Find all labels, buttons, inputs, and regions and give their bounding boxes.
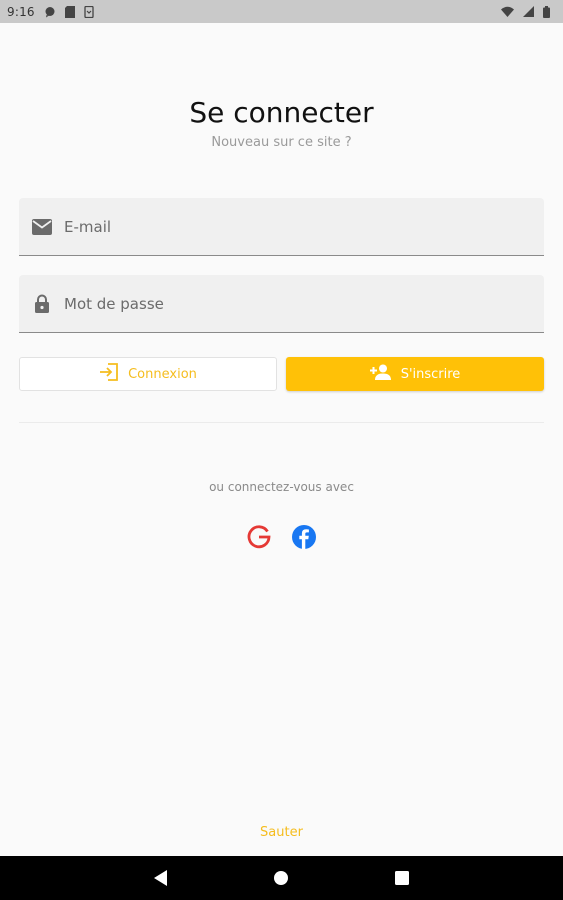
- battery-icon: [543, 5, 550, 18]
- password-input[interactable]: [64, 275, 544, 332]
- google-icon: [247, 525, 271, 549]
- facebook-login-button[interactable]: [291, 524, 317, 550]
- status-bar: 9:16: [0, 0, 563, 23]
- recents-button[interactable]: [392, 868, 412, 888]
- status-bar-right: [501, 5, 550, 18]
- back-button[interactable]: [151, 868, 171, 888]
- sd-card-icon: [64, 5, 75, 18]
- add-person-icon: [369, 364, 392, 384]
- signal-icon: [523, 6, 534, 17]
- facebook-icon: [292, 525, 316, 549]
- login-icon: [99, 363, 119, 385]
- signup-button[interactable]: S'inscrire: [286, 357, 544, 391]
- login-button[interactable]: Connexion: [19, 357, 277, 391]
- google-login-button[interactable]: [246, 524, 272, 550]
- skip-link[interactable]: Sauter: [0, 825, 563, 840]
- social-login-label: ou connectez-vous avec: [209, 480, 354, 494]
- page-subtitle: Nouveau sur ce site ?: [211, 135, 352, 150]
- home-icon: [274, 871, 288, 885]
- email-input[interactable]: [64, 198, 544, 255]
- page-title: Se connecter: [189, 96, 374, 129]
- status-time: 9:16: [7, 4, 35, 19]
- download-icon: [84, 5, 94, 18]
- mail-icon: [31, 216, 53, 238]
- email-field[interactable]: [19, 198, 544, 256]
- password-field[interactable]: [19, 275, 544, 333]
- wifi-icon: [501, 6, 514, 17]
- message-icon: [44, 6, 56, 18]
- divider: [19, 422, 544, 423]
- status-bar-left: 9:16: [7, 5, 94, 19]
- signup-button-label: S'inscrire: [400, 366, 461, 382]
- back-icon: [154, 870, 167, 886]
- home-button[interactable]: [271, 868, 291, 888]
- recents-icon: [395, 871, 409, 885]
- lock-icon: [31, 293, 53, 315]
- login-button-label: Connexion: [128, 366, 197, 382]
- system-navigation-bar: [0, 856, 563, 900]
